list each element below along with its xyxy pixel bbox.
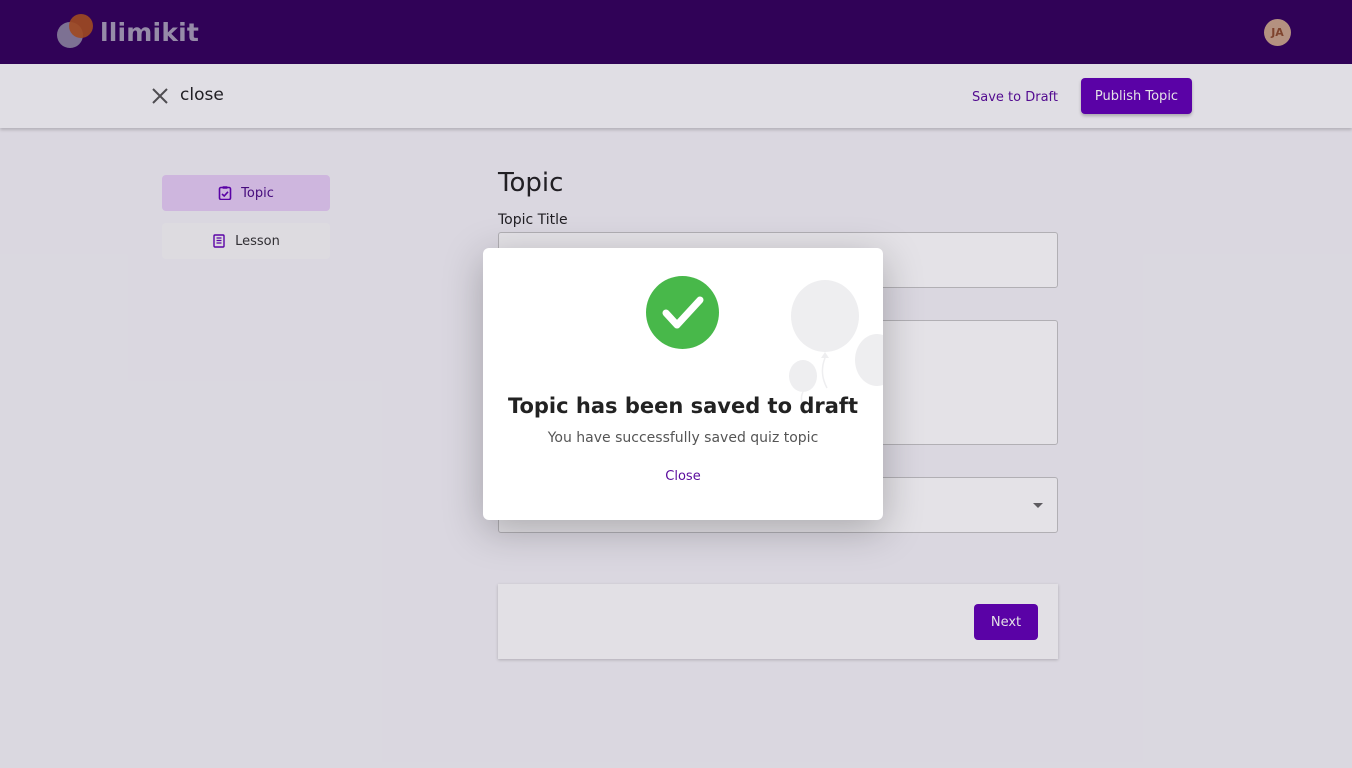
dialog-close-button[interactable]: Close	[653, 466, 713, 486]
success-check-icon	[646, 276, 719, 349]
dialog-title: Topic has been saved to draft	[507, 394, 859, 418]
balloons-icon	[789, 280, 883, 407]
success-dialog: Topic has been saved to draft You have s…	[483, 248, 883, 520]
dialog-message: You have successfully saved quiz topic	[547, 430, 819, 446]
